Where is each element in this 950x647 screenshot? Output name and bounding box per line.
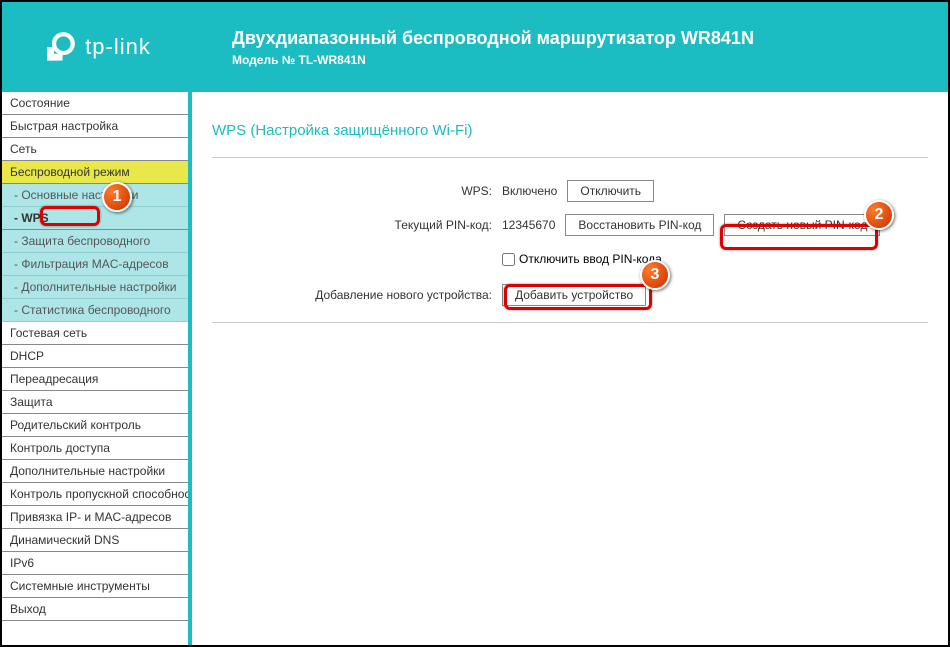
row-wps: WPS: Включено Отключить [212, 178, 928, 204]
wps-status: Включено [502, 184, 557, 198]
label-wps: WPS: [212, 184, 502, 198]
page-title: WPS (Настройка защищённого Wi-Fi) [212, 122, 928, 139]
row-disable-pin: Отключить ввод PIN-кода [212, 246, 928, 272]
disable-pin-checkbox[interactable] [502, 253, 515, 266]
sidebar-item-quick-setup[interactable]: Быстрая настройка [2, 115, 188, 138]
row-add-device: Добавление нового устройства: Добавить у… [212, 282, 928, 308]
sidebar-item-logout[interactable]: Выход [2, 598, 188, 621]
tplink-icon [43, 30, 77, 64]
logo-area: tp-link [2, 2, 192, 92]
sidebar-item-advanced[interactable]: Дополнительные настройки [2, 460, 188, 483]
divider [212, 157, 928, 158]
sidebar-item-mac-filter[interactable]: - Фильтрация MAC-адресов [2, 253, 188, 276]
sidebar-item-ddns[interactable]: Динамический DNS [2, 529, 188, 552]
label-pin: Текущий PIN-код: [212, 218, 502, 232]
content: WPS (Настройка защищённого Wi-Fi) WPS: В… [192, 92, 948, 645]
disable-pin-checkbox-label[interactable]: Отключить ввод PIN-кода [502, 252, 662, 266]
header: tp-link Двухдиапазонный беспроводной мар… [2, 2, 948, 92]
brand-logo: tp-link [43, 30, 151, 64]
sidebar-item-ip-mac-binding[interactable]: Привязка IP- и MAC-адресов [2, 506, 188, 529]
add-device-button[interactable]: Добавить устройство [502, 284, 646, 306]
sidebar: Состояние Быстрая настройка Сеть Беспров… [2, 92, 192, 645]
header-subtitle: Модель № TL-WR841N [232, 53, 754, 67]
sidebar-item-access-control[interactable]: Контроль доступа [2, 437, 188, 460]
sidebar-item-parental[interactable]: Родительский контроль [2, 414, 188, 437]
restore-pin-button[interactable]: Восстановить PIN-код [565, 214, 714, 236]
header-titles: Двухдиапазонный беспроводной маршрутизат… [192, 28, 754, 67]
sidebar-item-dhcp[interactable]: DHCP [2, 345, 188, 368]
sidebar-item-wireless[interactable]: Беспроводной режим [2, 161, 188, 184]
sidebar-item-wireless-stats[interactable]: - Статистика беспроводного [2, 299, 188, 322]
disable-wps-button[interactable]: Отключить [567, 180, 654, 202]
sidebar-item-bandwidth[interactable]: Контроль пропускной способности [2, 483, 188, 506]
divider-bottom [212, 322, 928, 323]
sidebar-item-basic-settings[interactable]: - Основные настройки [2, 184, 188, 207]
sidebar-item-ipv6[interactable]: IPv6 [2, 552, 188, 575]
sidebar-item-network[interactable]: Сеть [2, 138, 188, 161]
brand-text: tp-link [85, 34, 151, 60]
sidebar-item-forwarding[interactable]: Переадресация [2, 368, 188, 391]
row-pin: Текущий PIN-код: 12345670 Восстановить P… [212, 212, 928, 238]
header-title: Двухдиапазонный беспроводной маршрутизат… [232, 28, 754, 49]
sidebar-item-wps[interactable]: - WPS [2, 207, 188, 230]
pin-value: 12345670 [502, 218, 555, 232]
sidebar-item-status[interactable]: Состояние [2, 92, 188, 115]
disable-pin-text: Отключить ввод PIN-кода [519, 252, 662, 266]
sidebar-item-security[interactable]: Защита [2, 391, 188, 414]
label-add-device: Добавление нового устройства: [212, 288, 502, 302]
sidebar-item-system-tools[interactable]: Системные инструменты [2, 575, 188, 598]
sidebar-item-wireless-security[interactable]: - Защита беспроводного [2, 230, 188, 253]
create-pin-button[interactable]: Создать новый PIN-код [724, 214, 880, 236]
sidebar-item-advanced-wireless[interactable]: - Дополнительные настройки [2, 276, 188, 299]
sidebar-item-guest[interactable]: Гостевая сеть [2, 322, 188, 345]
